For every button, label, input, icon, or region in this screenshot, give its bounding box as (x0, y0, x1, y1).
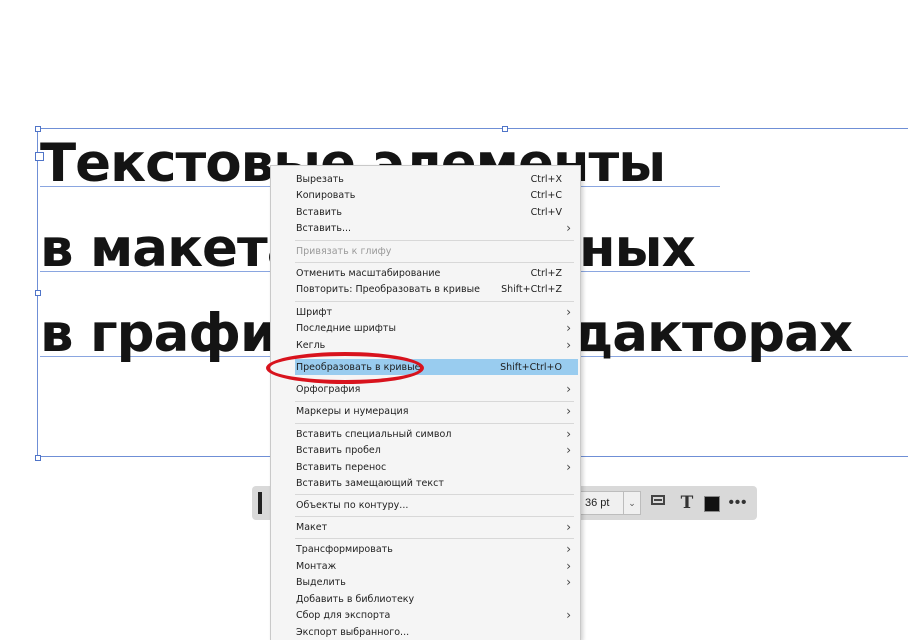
menu-separator (295, 516, 574, 517)
chevron-right-icon: › (566, 542, 571, 556)
menu-item-insert-white-space[interactable]: Вставить пробел › (271, 442, 578, 458)
menu-separator (295, 240, 574, 241)
menu-item-font-size[interactable]: Кегль › (271, 337, 578, 353)
menu-separator (295, 494, 574, 495)
menu-item-spelling[interactable]: Орфография › (271, 381, 578, 397)
chevron-right-icon: › (566, 559, 571, 573)
menu-item-insert-special-character[interactable]: Вставить специальный символ › (271, 426, 578, 442)
frame-handle-mid-left[interactable] (35, 290, 41, 296)
fill-swatch-icon[interactable] (704, 496, 720, 512)
text-style-icon[interactable]: T (677, 493, 697, 513)
grip-icon[interactable] (258, 492, 262, 514)
menu-separator (295, 401, 574, 402)
menu-item-undo[interactable]: Отменить масштабирование Ctrl+Z (271, 265, 578, 281)
menu-separator (295, 538, 574, 539)
chevron-right-icon: › (566, 404, 571, 418)
menu-separator (295, 423, 574, 424)
menu-item-add-to-library[interactable]: Добавить в библиотеку (271, 591, 578, 607)
chevron-right-icon: › (566, 460, 571, 474)
chevron-right-icon: › (566, 338, 571, 352)
frame-handle-top-mid[interactable] (502, 126, 508, 132)
more-icon[interactable]: ••• (728, 493, 748, 513)
menu-item-layout[interactable]: Макет › (271, 519, 578, 535)
highlight-annotation-ellipse (266, 352, 424, 384)
menu-item-redo[interactable]: Повторить: Преобразовать в кривые Shift+… (271, 281, 578, 297)
chevron-right-icon: › (566, 427, 571, 441)
chevron-down-icon[interactable]: ⌄ (623, 492, 640, 514)
menu-item-arrange[interactable]: Монтаж › (271, 558, 578, 574)
chevron-right-icon: › (566, 321, 571, 335)
menu-item-paste[interactable]: Вставить Ctrl+V (271, 204, 578, 220)
frame-handle-bottom-left[interactable] (35, 455, 41, 461)
menu-item-paste-submenu[interactable]: Вставить... › (271, 220, 578, 236)
menu-item-select[interactable]: Выделить › (271, 574, 578, 590)
menu-item-export-selection[interactable]: Экспорт выбранного... (271, 624, 578, 640)
chevron-right-icon: › (566, 443, 571, 457)
font-size-value: 36 pt (585, 497, 610, 509)
menu-item-bullets-numbering[interactable]: Маркеры и нумерация › (271, 403, 578, 419)
frame-rect-icon[interactable] (651, 495, 665, 505)
context-menu: Вырезать Ctrl+X Копировать Ctrl+C Встави… (270, 165, 581, 640)
menu-item-copy[interactable]: Копировать Ctrl+C (271, 187, 578, 203)
chevron-right-icon: › (566, 305, 571, 319)
menu-item-snap-to-glyph: Привязать к глифу (296, 246, 392, 257)
chevron-right-icon: › (566, 221, 571, 235)
menu-item-transform[interactable]: Трансформировать › (271, 541, 578, 557)
menu-item-font[interactable]: Шрифт › (271, 304, 578, 320)
menu-item-collect-for-export[interactable]: Сбор для экспорта › (271, 607, 578, 623)
menu-item-type-on-path[interactable]: Объекты по контуру... (271, 497, 578, 513)
frame-handle-top-left[interactable] (35, 126, 41, 132)
menu-separator (295, 301, 574, 302)
chevron-right-icon: › (566, 382, 571, 396)
chevron-right-icon: › (566, 520, 571, 534)
chevron-right-icon: › (566, 608, 571, 622)
menu-item-recent-fonts[interactable]: Последние шрифты › (271, 320, 578, 336)
chevron-right-icon: › (566, 575, 571, 589)
font-size-field[interactable]: 36 pt ⌄ (579, 491, 641, 515)
menu-item-insert-break[interactable]: Вставить перенос › (271, 459, 578, 475)
menu-item-cut[interactable]: Вырезать Ctrl+X (271, 171, 578, 187)
menu-item-insert-placeholder-text[interactable]: Вставить замещающий текст (271, 475, 578, 491)
menu-separator (295, 262, 574, 263)
